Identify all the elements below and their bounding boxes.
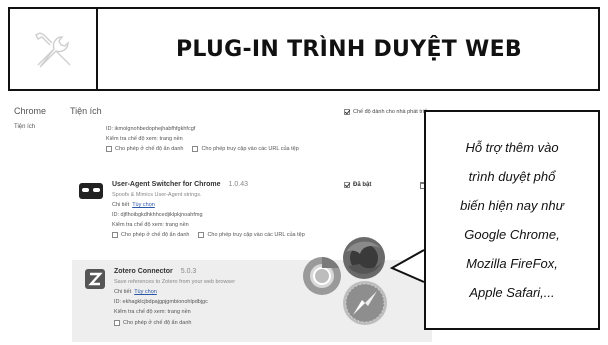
ext-zotero-name: Zotero Connector 5.0.3: [114, 268, 196, 275]
ext-top-file-urls-label: Cho phép truy cập vào các URL của tệp: [201, 146, 299, 152]
page-title: PLUG-IN TRÌNH DUYỆT WEB: [176, 36, 522, 62]
callout-pointer-icon: [389, 249, 425, 283]
safari-logo-icon: [343, 281, 387, 325]
ext-ua-incognito-label: Cho phép ở chế độ ẩn danh: [121, 232, 190, 238]
ext-ua-enabled-toggle[interactable]: Đã bật: [344, 182, 371, 188]
wrench-screwdriver-icon: [35, 32, 71, 68]
ext-ua-options-link[interactable]: Tùy chọn: [132, 202, 155, 208]
developer-mode-checkbox[interactable]: [344, 109, 350, 115]
ext-ua-enabled-label: Đã bật: [353, 182, 372, 188]
ext-top-inspect[interactable]: Kiểm tra chế độ xem: trang nền: [106, 136, 183, 142]
ext-zotero-incognito-option[interactable]: Cho phép ở chế độ ẩn danh: [114, 320, 191, 326]
ext-ua-file-urls-label: Cho phép truy cập vào các URL của tệp: [207, 232, 305, 238]
ext-top-id: ID: ikmolgnohbedophejhabfhfgkhfcgf: [106, 126, 196, 132]
callout-line-1: Hỗ trợ thêm vào: [465, 140, 559, 155]
callout-line-5: Mozilla FireFox,: [466, 256, 558, 271]
header-icon-box: [10, 9, 98, 89]
ext-zotero-inspect[interactable]: Kiểm tra chế độ xem: trang nền: [114, 309, 191, 315]
developer-mode-label: Chế độ dành cho nhà phát triển: [353, 109, 431, 115]
ext-zotero-links: Chi tiết Tùy chọn: [114, 289, 157, 295]
ext-top-incognito-label: Cho phép ở chế độ ẩn danh: [115, 146, 184, 152]
ext-zotero-id: ID: ekhagklcjbdpajgpjgmbionohlpdbjgc: [114, 299, 208, 305]
ext-ua-links: Chi tiết Tùy chọn: [112, 202, 155, 208]
ext-zotero-title: Zotero Connector: [114, 268, 173, 275]
ext-ua-options-row: Cho phép ở chế độ ẩn danh Cho phép truy …: [112, 232, 305, 238]
zotero-icon: [85, 269, 105, 289]
sidebar-item-extensions[interactable]: Tiện ích: [14, 124, 35, 130]
ext-top-incognito-checkbox[interactable]: [106, 146, 112, 152]
ext-ua-name: User-Agent Switcher for Chrome 1.0.43: [112, 181, 248, 188]
ext-zotero-incognito-checkbox[interactable]: [114, 320, 120, 326]
firefox-logo-icon: [343, 237, 385, 279]
ext-ua-incognito-checkbox[interactable]: [112, 232, 118, 238]
callout-box: Hỗ trợ thêm vào trình duyệt phổ biến hiệ…: [424, 110, 600, 330]
callout-line-6: Apple Safari,...: [469, 285, 555, 300]
header-banner: PLUG-IN TRÌNH DUYỆT WEB: [8, 7, 600, 91]
callout-line-2: trình duyệt phổ: [468, 169, 556, 184]
ext-ua-details-link[interactable]: Chi tiết: [112, 202, 129, 208]
ext-ua-file-urls-checkbox[interactable]: [198, 232, 205, 238]
ext-zotero-incognito-label: Cho phép ở chế độ ẩn danh: [123, 320, 192, 326]
developer-mode-toggle[interactable]: Chế độ dành cho nhà phát triển: [344, 109, 430, 115]
user-agent-switcher-icon: [79, 183, 103, 199]
chrome-logo-icon: [303, 257, 341, 295]
ext-ua-id: ID: djflhoibgkdhkhhcedjiklpkjnoahfmg: [112, 212, 203, 218]
callout-line-3: biến hiện nay như: [460, 198, 564, 213]
extensions-heading: Tiện ích: [70, 106, 102, 116]
callout-line-4: Google Chrome,: [464, 227, 560, 242]
ext-ua-enabled-checkbox[interactable]: [344, 182, 350, 188]
sidebar-title: Chrome: [14, 106, 47, 116]
ext-ua-title: User-Agent Switcher for Chrome: [112, 181, 221, 188]
ext-top-incognito-option[interactable]: Cho phép ở chế độ ẩn danh Cho phép truy …: [106, 146, 299, 152]
ext-zotero-options-link[interactable]: Tùy chọn: [134, 289, 157, 295]
ext-zotero-details-link[interactable]: Chi tiết: [114, 289, 131, 295]
ext-ua-version: 1.0.43: [228, 181, 248, 188]
ext-zotero-version: 5.0.3: [180, 268, 197, 275]
ext-top-file-urls-checkbox[interactable]: [192, 146, 199, 152]
ext-ua-description: Spoofs & Mimics User-Agent strings.: [112, 192, 202, 198]
ext-zotero-description: Save references to Zotero from your web …: [114, 279, 236, 285]
ext-ua-inspect[interactable]: Kiểm tra chế độ xem: trang nền: [112, 222, 189, 228]
